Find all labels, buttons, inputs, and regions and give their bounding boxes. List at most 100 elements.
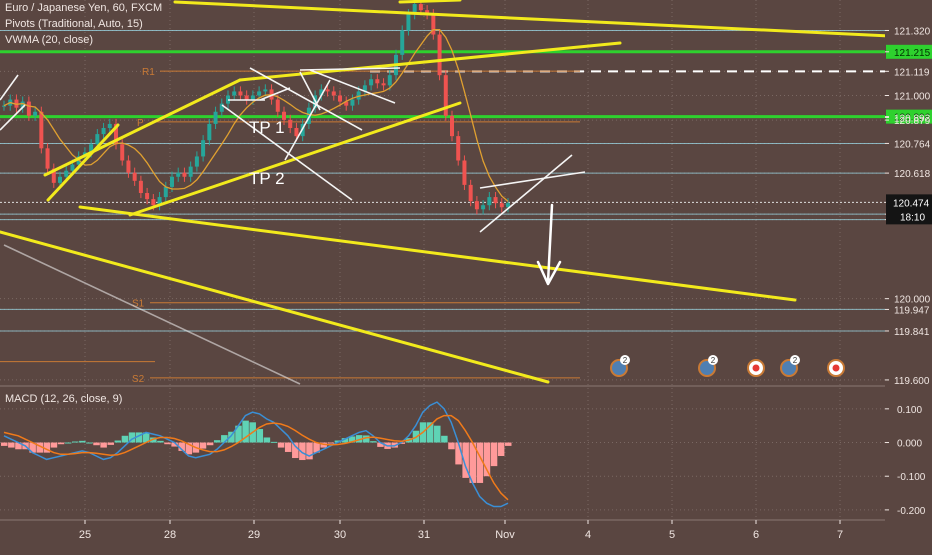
time-tick-label-8: 6 [753, 529, 759, 541]
candle-body-27 [170, 176, 174, 187]
trendline-0 [173, 0, 932, 40]
candle-body-30 [188, 166, 193, 177]
price-tick-label-7: 120.764 [894, 139, 931, 150]
trendline-5 [78, 205, 797, 302]
tp1-label: TP 1 [249, 118, 285, 137]
candle-body-75 [468, 184, 473, 202]
macd-hist-bar-14 [100, 442, 107, 448]
macd-hist-bar-22 [157, 440, 164, 443]
candle-body-23 [145, 193, 150, 200]
candle-body-65 [406, 14, 411, 31]
time-tick-label-4: 31 [418, 529, 430, 541]
candle-body-0 [2, 105, 6, 107]
candle-body-19 [120, 144, 125, 161]
channel-line-1 [221, 104, 353, 201]
candle-body-6 [39, 111, 44, 149]
macd-tick-label-2: -0.100 [897, 472, 926, 483]
countdown-clock: 18:10 [900, 212, 925, 223]
trendline-7 [398, 0, 462, 4]
price-axis[interactable]: 121.320121.215121.119121.000120.896120.8… [885, 0, 932, 550]
macd-line [3, 401, 509, 508]
trendline-2 [238, 41, 622, 82]
event-count-text: 2 [711, 356, 716, 365]
price-tick-label-3: 121.000 [894, 91, 931, 102]
candle-body-60 [375, 79, 380, 84]
macd-tick-label-1: 0.000 [897, 439, 922, 450]
candle-body-41 [257, 91, 262, 96]
time-tick-label-9: 7 [837, 529, 843, 541]
candle-body-28 [176, 172, 181, 177]
macd-hist-bar-1 [8, 442, 15, 448]
macd-hist-bar-0 [1, 442, 8, 446]
time-tick-label-0: 25 [79, 529, 91, 541]
price-chart[interactable]: R1PS1S2 2 2 2 121.320 121.215 121.119 121.000… [0, 0, 932, 550]
pivot-label-3: S2 [132, 374, 145, 385]
macd-hist-bar-62 [441, 435, 448, 443]
arrow-down-icon [536, 203, 562, 286]
time-axis[interactable]: 25 28 29 30 31 Nov 4 5 6 7 [79, 520, 843, 541]
time-tick-label-5: Nov [495, 529, 515, 541]
time-tick-label-1: 28 [164, 529, 176, 541]
pivots-legend[interactable]: Pivots (Traditional, Auto, 15) [5, 18, 143, 30]
macd-hist-bar-8 [57, 442, 65, 445]
candle-body-54 [338, 95, 342, 102]
candle-body-56 [350, 99, 355, 106]
symbol-legend[interactable]: Euro / Japanese Yen, 60, FXCM [5, 2, 162, 14]
pivot-label-0: R1 [142, 67, 155, 78]
event-count-text: 2 [623, 356, 628, 365]
macd-hist-bar-41 [292, 442, 299, 459]
price-tick-label-6: 120.879 [894, 116, 931, 127]
macd-legend[interactable]: MACD (12, 26, close, 9) [5, 393, 122, 405]
macd-hist-bar-36 [256, 429, 264, 443]
candle-body-62 [387, 75, 392, 86]
price-tick-label-13: 119.947 [894, 305, 930, 316]
candle-body-29 [182, 172, 187, 177]
macd-hist-bar-38 [270, 441, 278, 443]
candle-body-52 [325, 89, 330, 92]
macd-hist-bar-7 [50, 442, 58, 448]
macd-hist-bar-63 [448, 442, 455, 450]
candle-body-42 [263, 89, 268, 92]
candle-body-80 [499, 203, 504, 208]
candle-body-26 [163, 186, 168, 198]
price-tick-label-14: 119.841 [894, 327, 930, 338]
candle-body-4 [26, 101, 31, 116]
candle-body-70 [437, 34, 442, 76]
macd-hist-bar-67 [476, 442, 484, 483]
price-tick-label-1: 121.215 [894, 48, 931, 59]
candle-body-33 [207, 123, 212, 141]
macd-hist-bar-13 [93, 442, 100, 446]
macd-hist-bar-40 [284, 442, 292, 452]
candle-body-64 [400, 30, 405, 55]
macd-hist-bar-71 [505, 442, 512, 446]
macd-hist-bar-10 [71, 441, 79, 443]
candle-body-77 [481, 205, 486, 210]
pivot-levels: R1PS1S2 [0, 67, 580, 385]
candle-body-44 [275, 99, 280, 112]
candle-body-72 [450, 115, 454, 137]
candle-body-9 [58, 176, 62, 183]
candle-body-79 [493, 197, 498, 204]
macd-hist-bar-69 [490, 442, 498, 467]
price-axis-bg [885, 0, 932, 550]
macd-hist-bar-43 [306, 442, 313, 460]
macd-hist-bar-15 [107, 442, 114, 445]
event-markers[interactable]: 2 2 2 [610, 355, 845, 377]
trendline-6 [0, 230, 550, 384]
event-dot-core [832, 364, 840, 372]
price-tick-label-15: 119.600 [894, 376, 930, 387]
candle-body-32 [201, 140, 206, 157]
macd-tick-label-3: -0.200 [897, 506, 926, 517]
channel-line-9 [479, 171, 586, 189]
macd-hist-bar-39 [277, 442, 285, 448]
candle-body-22 [138, 180, 143, 194]
time-tick-label-7: 5 [669, 529, 675, 541]
macd-hist-bar-52 [370, 441, 377, 443]
vwma-legend[interactable]: VWMA (20, close) [5, 34, 93, 46]
time-tick-label-6: 4 [585, 529, 591, 541]
macd-hist-bar-16 [114, 440, 122, 443]
candle-body-76 [474, 201, 479, 210]
tp2-label: TP 2 [249, 169, 285, 188]
macd-hist-bar-28 [199, 442, 207, 449]
candle-body-17 [107, 123, 112, 128]
